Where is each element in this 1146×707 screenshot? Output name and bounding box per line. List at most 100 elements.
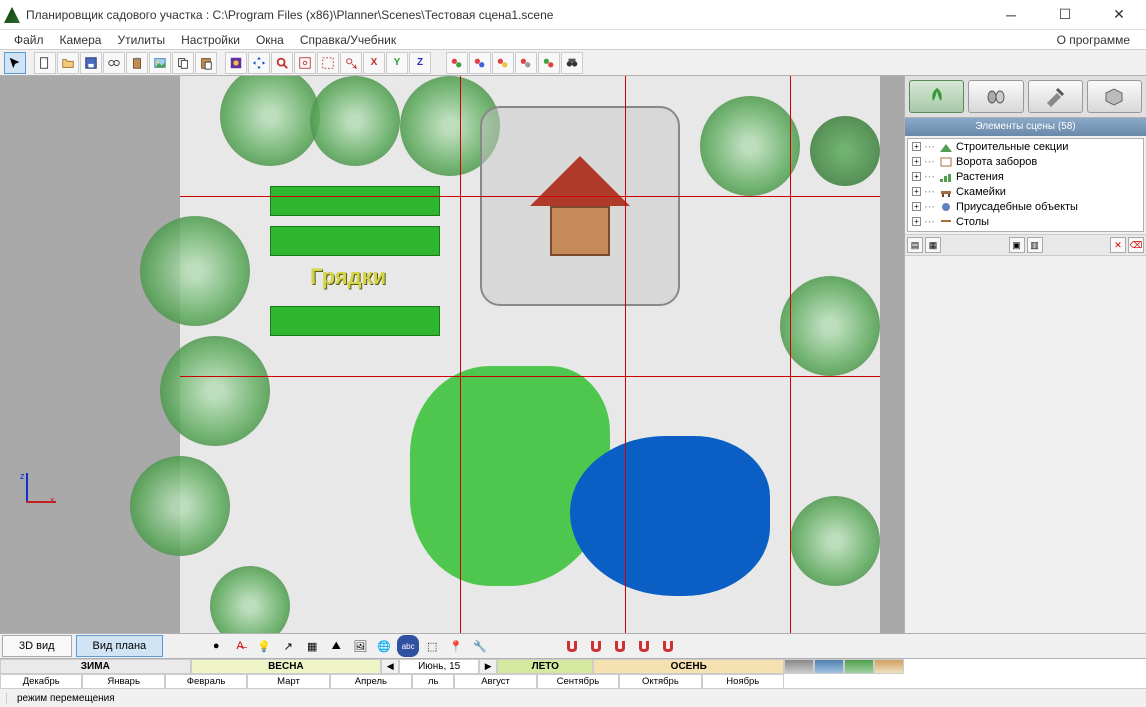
texture-2[interactable] [814, 659, 844, 674]
status-bar: режим перемещения [0, 689, 1146, 707]
curve-icon[interactable]: ↗ [277, 635, 299, 657]
month-oct[interactable]: Октябрь [619, 674, 701, 689]
month-apr[interactable]: Апрель [330, 674, 412, 689]
texture-1[interactable] [784, 659, 814, 674]
clipboard-button[interactable] [126, 52, 148, 74]
magnet-4-icon[interactable] [633, 635, 655, 657]
paste-button[interactable] [195, 52, 217, 74]
layer-2-button[interactable] [469, 52, 491, 74]
month-nov[interactable]: Ноябрь [702, 674, 784, 689]
move-tool[interactable] [248, 52, 270, 74]
link-button[interactable] [103, 52, 125, 74]
month-feb[interactable]: Февраль [165, 674, 247, 689]
tree-item-tables[interactable]: +⋯Столы [908, 214, 1143, 229]
zoom-extents-tool[interactable] [340, 52, 362, 74]
status-mode: режим перемещения [6, 693, 125, 704]
open-file-button[interactable] [57, 52, 79, 74]
menu-settings[interactable]: Настройки [173, 33, 248, 47]
magnet-5-icon[interactable] [657, 635, 679, 657]
close-button[interactable]: ✕ [1096, 0, 1142, 30]
tree-btn-2[interactable]: ▦ [925, 237, 941, 253]
axis-x-button[interactable]: X [363, 52, 385, 74]
mountain-icon[interactable]: ⛰ [325, 635, 347, 657]
scene-tree-toolbar: ▤ ▦ ▣ ▥ ✕ ⌫ [905, 234, 1146, 256]
month-jan[interactable]: Январь [82, 674, 164, 689]
app-icon [4, 7, 20, 23]
magnet-2-icon[interactable] [585, 635, 607, 657]
new-file-button[interactable] [34, 52, 56, 74]
menu-camera[interactable]: Камера [52, 33, 110, 47]
layer-5-button[interactable] [538, 52, 560, 74]
axis-y-button[interactable]: Y [386, 52, 408, 74]
timeline: ЗИМА ВЕСНА ◀ Июнь, 15 ▶ ЛЕТО ОСЕНЬ Декаб… [0, 659, 1146, 689]
month-sep[interactable]: Сентябрь [537, 674, 619, 689]
tree-item-benches[interactable]: +⋯Скамейки [908, 184, 1143, 199]
view-3d-button[interactable]: 3D вид [2, 635, 72, 657]
menu-utils[interactable]: Утилиты [109, 33, 173, 47]
copy-button[interactable] [172, 52, 194, 74]
fence-icon[interactable]: ⬚ [421, 635, 443, 657]
bed-label: Грядки [310, 264, 386, 290]
maximize-button[interactable]: ☐ [1042, 0, 1088, 30]
layer-1-button[interactable] [446, 52, 468, 74]
minimize-button[interactable]: ─ [988, 0, 1034, 30]
zoom-region-tool[interactable] [317, 52, 339, 74]
wrench-icon[interactable]: 🔧 [469, 635, 491, 657]
scene-tree[interactable]: +⋯Строительные секции +⋯Ворота заборов +… [907, 138, 1144, 232]
tree-delete-button[interactable]: ✕ [1110, 237, 1126, 253]
photo-icon[interactable]: 🖼 [349, 635, 371, 657]
layer-4-button[interactable] [515, 52, 537, 74]
tab-plants[interactable] [909, 80, 964, 113]
menu-windows[interactable]: Окна [248, 33, 292, 47]
month-aug[interactable]: Август [454, 674, 536, 689]
month-prev-button[interactable]: ◀ [381, 659, 399, 674]
house-object[interactable] [480, 106, 680, 306]
abc-icon[interactable]: abc [397, 635, 419, 657]
tree-btn-3[interactable]: ▣ [1009, 237, 1025, 253]
season-autumn[interactable]: ОСЕНЬ [593, 659, 784, 674]
tab-materials[interactable] [1087, 80, 1142, 113]
season-winter[interactable]: ЗИМА [0, 659, 191, 674]
tree-item-plants[interactable]: +⋯Растения [908, 169, 1143, 184]
month-jul[interactable]: ль [412, 674, 454, 689]
save-file-button[interactable] [80, 52, 102, 74]
image-button[interactable] [149, 52, 171, 74]
tree-clear-button[interactable]: ⌫ [1128, 237, 1144, 253]
garden-scene[interactable]: Грядки [180, 76, 880, 633]
menu-file[interactable]: Файл [6, 33, 52, 47]
month-dec[interactable]: Декабрь [0, 674, 82, 689]
month-next-button[interactable]: ▶ [479, 659, 497, 674]
texture-3[interactable] [844, 659, 874, 674]
season-spring[interactable]: ВЕСНА [191, 659, 382, 674]
render-button[interactable] [225, 52, 247, 74]
magnet-1-icon[interactable] [561, 635, 583, 657]
tree-item-gates[interactable]: +⋯Ворота заборов [908, 154, 1143, 169]
season-summer[interactable]: ЛЕТО [497, 659, 593, 674]
tree-btn-4[interactable]: ▥ [1027, 237, 1043, 253]
grid-icon[interactable]: ▦ [301, 635, 323, 657]
menu-help[interactable]: Справка/Учебник [292, 33, 404, 47]
month-mar[interactable]: Март [247, 674, 329, 689]
menu-about[interactable]: О программе [1057, 33, 1140, 47]
magnet-3-icon[interactable] [609, 635, 631, 657]
globe-icon[interactable]: 🌐 [373, 635, 395, 657]
tree-item-objects[interactable]: +⋯Приусадебные объекты [908, 199, 1143, 214]
text-icon[interactable]: A̶ [229, 635, 251, 657]
shadow-icon[interactable]: ● [205, 635, 227, 657]
tab-objects[interactable] [968, 80, 1023, 113]
layer-3-button[interactable] [492, 52, 514, 74]
light-icon[interactable]: 💡 [253, 635, 275, 657]
canvas-viewport[interactable]: z x Грядки [0, 76, 904, 633]
pin-icon[interactable]: 📍 [445, 635, 467, 657]
tab-tools[interactable] [1028, 80, 1083, 113]
cursor-tool[interactable] [4, 52, 26, 74]
binoculars-button[interactable] [561, 52, 583, 74]
axis-gizmo: z x [14, 473, 54, 513]
texture-4[interactable] [874, 659, 904, 674]
tree-item-sections[interactable]: +⋯Строительные секции [908, 139, 1143, 154]
tree-btn-1[interactable]: ▤ [907, 237, 923, 253]
axis-z-button[interactable]: Z [409, 52, 431, 74]
view-plan-button[interactable]: Вид плана [76, 635, 164, 657]
zoom-fit-tool[interactable] [294, 52, 316, 74]
zoom-tool[interactable] [271, 52, 293, 74]
